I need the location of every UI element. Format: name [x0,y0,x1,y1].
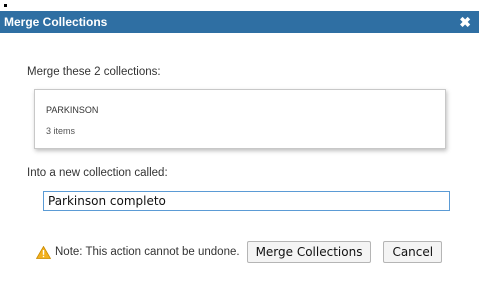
dialog-titlebar: Merge Collections ✖ [0,11,479,33]
collection-card: PARKINSON 3 items [34,89,446,149]
corner-dot [4,4,7,7]
cancel-button[interactable]: Cancel [383,241,443,263]
warning-icon [36,245,51,259]
dialog-footer: Note: This action cannot be undone. Merg… [36,241,443,263]
undo-warning-note: Note: This action cannot be undone. [55,246,240,258]
collection-item-count: 3 items [46,126,76,136]
collection-name: PARKINSON [46,105,99,115]
close-icon[interactable]: ✖ [459,15,471,29]
merge-intro-text: Merge these 2 collections: [27,66,161,78]
new-collection-label: Into a new collection called: [27,167,168,179]
dialog-title: Merge Collections [4,15,108,29]
merge-collections-button[interactable]: Merge Collections [246,241,372,263]
new-collection-name-input[interactable] [43,191,450,211]
